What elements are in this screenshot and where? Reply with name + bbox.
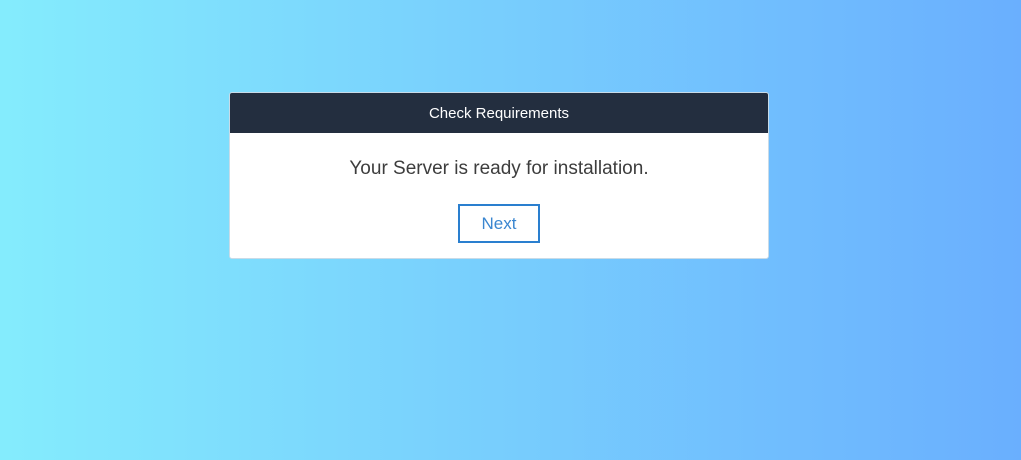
card-body: Your Server is ready for installation. N… — [230, 158, 768, 243]
status-message: Your Server is ready for installation. — [349, 158, 649, 179]
next-button[interactable]: Next — [458, 204, 540, 243]
card-title: Check Requirements — [230, 93, 768, 133]
requirements-card: Check Requirements Your Server is ready … — [229, 92, 769, 259]
